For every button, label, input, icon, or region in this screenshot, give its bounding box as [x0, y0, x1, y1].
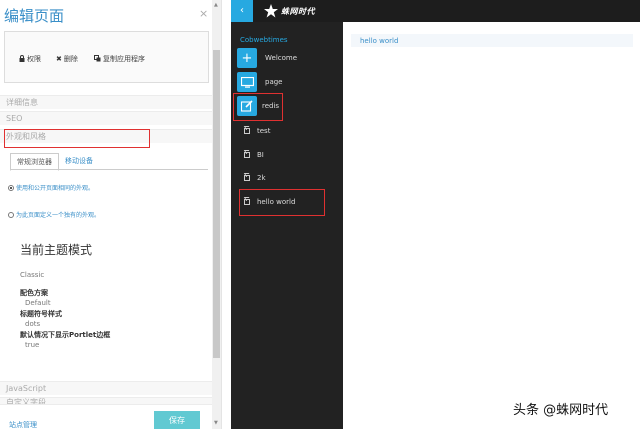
page-item-2k[interactable]: 2k [237, 168, 266, 188]
menu-item-label: redis [262, 102, 280, 110]
home-page-icon [244, 199, 250, 205]
watermark-text: 头条 @蛛网时代 [513, 403, 609, 418]
copy-icon [94, 54, 101, 64]
delete-x-icon: ✖ [56, 55, 62, 63]
home-page-icon [244, 175, 250, 181]
page-content-area: hello world [343, 22, 640, 429]
scroll-up-icon[interactable]: ▲ [214, 2, 218, 8]
page-item-label: test [257, 127, 271, 135]
color-scheme-label: 配色方案 [20, 289, 48, 297]
radio-button[interactable] [8, 184, 14, 191]
lock-icon [19, 54, 25, 64]
scroll-thumb[interactable] [213, 50, 220, 358]
page-item-bi[interactable]: BI [237, 145, 264, 165]
current-theme-heading: 当前主题模式 [20, 243, 93, 257]
page-item-label: hello world [257, 198, 296, 206]
theme-name: Classic [20, 271, 45, 279]
page-item-hello-world[interactable]: hello world [237, 192, 295, 212]
permissions-label: 权限 [27, 55, 41, 63]
radio-label: 为此页面定义一个独有的外观。 [16, 212, 101, 219]
panel-scrollbar[interactable]: ▲ ▼ [212, 0, 221, 429]
page-item-label: BI [257, 151, 264, 159]
permissions-button[interactable]: 权限 [19, 54, 41, 64]
page-item-label: 2k [257, 174, 266, 182]
close-icon[interactable]: × [199, 7, 208, 20]
save-button[interactable]: 保存 [154, 411, 200, 429]
delete-label: 删除 [63, 55, 78, 63]
bullet-style-label: 标题符号样式 [20, 310, 62, 318]
logo-text: 蛛网时代 [281, 6, 315, 16]
edit-page-panel: 编辑页面 × 权限 ✖ 删除 复制应用程序 详细信息 SEO 外观和风格 常规浏… [0, 0, 222, 429]
site-name[interactable]: Cobwebtimes [240, 36, 288, 44]
copy-application-label: 复制应用程序 [103, 55, 145, 63]
site-logo[interactable]: 蛛网时代 [264, 4, 315, 18]
panel-footer: 站点管理 保存 [0, 404, 221, 429]
menu-item-welcome[interactable]: + Welcome [237, 48, 297, 68]
radio-define-own-look[interactable]: 为此页面定义一个独有的外观。 [8, 210, 100, 219]
section-look-and-feel[interactable]: 外观和风格 [0, 129, 212, 143]
edit-icon [237, 96, 257, 116]
menu-item-redis[interactable]: redis [237, 96, 279, 116]
copy-application-button[interactable]: 复制应用程序 [94, 54, 145, 64]
page-item-test[interactable]: test [237, 121, 270, 141]
portlet-border-label: 默认情况下显示Portlet边框 [20, 331, 111, 339]
home-page-icon [244, 128, 250, 134]
look-and-feel-body: 常规浏览器 移动设备 使用和公开页面相同的外观。 为此页面定义一个独有的外观。 … [0, 145, 212, 379]
radio-button[interactable] [8, 211, 14, 218]
plus-icon: + [237, 48, 257, 68]
home-page-icon [244, 152, 250, 158]
menu-item-label: page [265, 78, 283, 86]
tabs-divider [10, 169, 208, 170]
section-seo[interactable]: SEO [0, 111, 212, 125]
delete-button[interactable]: ✖ 删除 [56, 54, 78, 64]
color-scheme-value: Default [25, 299, 51, 307]
site-admin-link[interactable]: 站点管理 [9, 420, 37, 429]
section-javascript[interactable]: JavaScript [0, 381, 212, 395]
product-menu: Cobwebtimes + Welcome page redis test BI… [231, 0, 343, 429]
menu-item-label: Welcome [265, 54, 298, 62]
star-logo-icon [264, 4, 278, 18]
radio-label: 使用和公开页面相同的外观。 [16, 185, 95, 192]
top-navigation-bar: ‹ 蛛网时代 [231, 0, 640, 22]
scroll-down-icon[interactable]: ▼ [214, 420, 218, 426]
panel-title: 编辑页面 [4, 7, 65, 25]
monitor-icon [237, 72, 257, 92]
bullet-style-value: dots [25, 320, 41, 328]
menu-item-page[interactable]: page [237, 72, 282, 92]
section-details[interactable]: 详细信息 [0, 95, 212, 109]
page-toolbar: 权限 ✖ 删除 复制应用程序 [4, 31, 209, 83]
menu-toggle-button[interactable]: ‹ [231, 0, 253, 22]
radio-use-public-look[interactable]: 使用和公开页面相同的外观。 [8, 183, 94, 192]
portlet-border-value: true [25, 341, 40, 349]
content-text: hello world [360, 37, 399, 45]
